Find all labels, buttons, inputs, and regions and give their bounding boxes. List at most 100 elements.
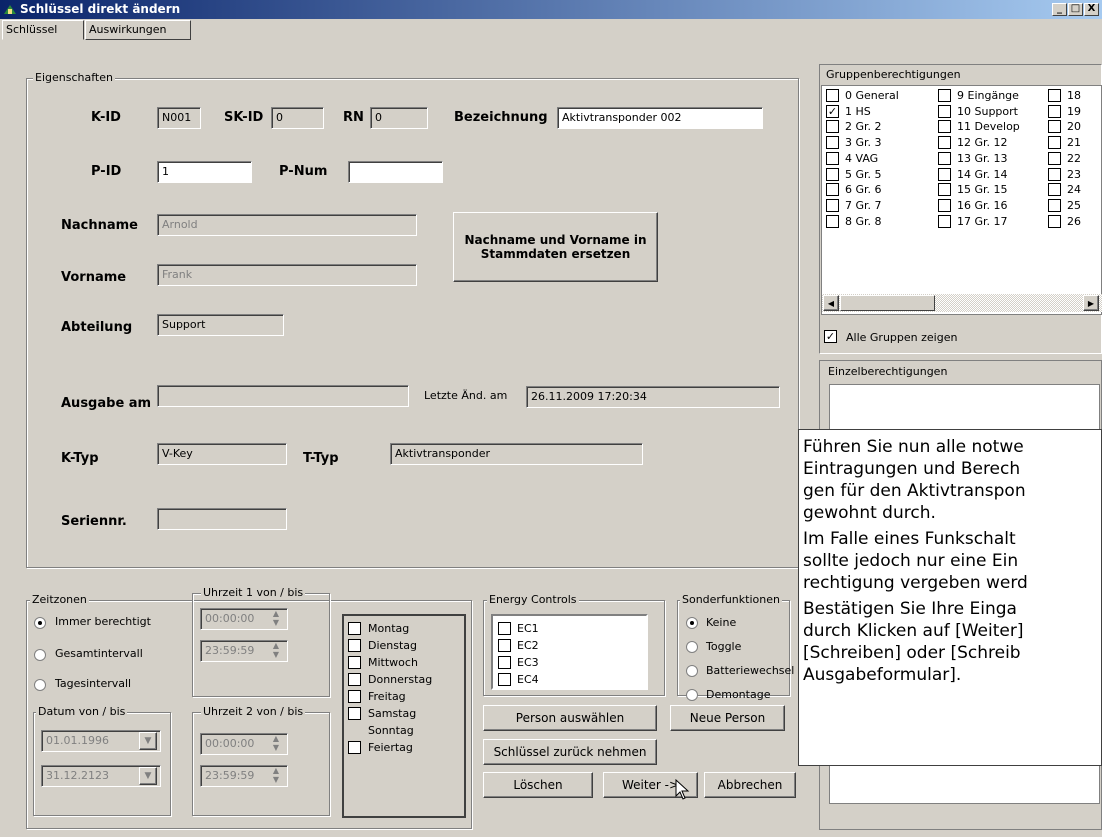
group-checkbox[interactable] xyxy=(1048,183,1061,197)
group-checkbox[interactable] xyxy=(938,89,951,102)
day-dienstag-checkbox[interactable] xyxy=(348,639,361,652)
ec4-checkbox[interactable] xyxy=(498,673,511,686)
group-checkbox[interactable] xyxy=(938,120,951,134)
neue-person-button[interactable]: Neue Person xyxy=(670,705,785,731)
group-checkbox[interactable] xyxy=(1048,89,1061,102)
group-checkbox[interactable] xyxy=(1048,104,1061,118)
sonder-demontage-radio[interactable] xyxy=(686,689,698,701)
day-label: Feiertag xyxy=(368,741,413,754)
group-label: 14 Gr. 14 xyxy=(957,167,1008,181)
pid-input[interactable]: 1 xyxy=(157,161,252,183)
group-checkbox[interactable] xyxy=(826,89,839,102)
window-title: Schlüssel direkt ändern xyxy=(20,2,181,16)
group-checkbox[interactable] xyxy=(826,136,839,150)
day-label: Freitag xyxy=(368,690,406,703)
sonder-legend: Sonderfunktionen xyxy=(680,593,782,606)
group-label: 7 Gr. 7 xyxy=(845,198,882,212)
group-label: 19 xyxy=(1067,104,1081,118)
vorname-label: Vorname xyxy=(61,270,127,285)
energy-list xyxy=(491,614,648,690)
scroll-left-button[interactable]: ◀ xyxy=(823,295,839,311)
radio-tages[interactable] xyxy=(34,679,46,691)
group-checkbox[interactable] xyxy=(938,136,951,150)
ec-label: EC3 xyxy=(517,656,539,669)
scroll-thumb[interactable] xyxy=(840,295,935,311)
einzel-legend: Einzelberechtigungen xyxy=(828,365,948,378)
gruppen-legend: Gruppenberechtigungen xyxy=(826,68,961,81)
group-checkbox[interactable] xyxy=(1048,151,1061,165)
datum-panel: Datum von / bis xyxy=(33,705,171,816)
radio-gesamt[interactable] xyxy=(34,649,46,661)
uhrzeit2-legend: Uhrzeit 2 von / bis xyxy=(201,705,306,718)
uhrzeit1-legend: Uhrzeit 1 von / bis xyxy=(201,586,306,599)
group-checkbox[interactable] xyxy=(826,120,839,134)
maximize-button[interactable]: □ xyxy=(1068,3,1083,16)
sonder-toggle-radio[interactable] xyxy=(686,641,698,653)
group-checkbox[interactable] xyxy=(1048,136,1061,150)
seriennr-label: Seriennr. xyxy=(61,514,127,529)
group-checkbox[interactable] xyxy=(826,183,839,197)
ec2-checkbox[interactable] xyxy=(498,639,511,652)
radio-immer[interactable] xyxy=(34,617,46,629)
rn-label: RN xyxy=(343,110,364,125)
sonder-keine-radio[interactable] xyxy=(686,617,698,629)
uhrzeit1-bis-spinner[interactable]: ▲ ▼ xyxy=(268,641,284,661)
group-checkbox[interactable] xyxy=(1048,198,1061,212)
group-checkbox[interactable] xyxy=(826,214,839,228)
day-montag-checkbox[interactable] xyxy=(348,622,361,635)
day-samstag-checkbox[interactable] xyxy=(348,707,361,720)
loeschen-button[interactable]: Löschen xyxy=(483,772,593,798)
group-checkbox[interactable] xyxy=(826,198,839,212)
uhrzeit2-bis-spinner[interactable]: ▲ ▼ xyxy=(268,766,284,786)
scroll-right-button[interactable]: ▶ xyxy=(1083,295,1099,311)
uhrzeit2-von-spinner[interactable]: ▲ ▼ xyxy=(268,734,284,754)
minimize-button[interactable]: _ xyxy=(1052,3,1067,16)
bezeichnung-input[interactable]: Aktivtransponder 002 xyxy=(557,107,763,129)
tab-schluessel[interactable]: Schlüssel xyxy=(2,20,84,40)
tooltip-line: gewohnt durch. xyxy=(803,503,936,523)
tooltip-line: sollte jedoch nur eine Ein xyxy=(803,551,1019,571)
group-checkbox[interactable] xyxy=(826,167,839,181)
close-button[interactable]: X xyxy=(1084,3,1099,16)
ec-label: EC4 xyxy=(517,673,539,686)
group-checkbox[interactable] xyxy=(826,151,839,165)
schluessel-zuruecknehmen-button[interactable]: Schlüssel zurück nehmen xyxy=(483,739,657,765)
group-checkbox[interactable] xyxy=(938,198,951,212)
pid-label: P-ID xyxy=(91,164,122,179)
rn-field: 0 xyxy=(370,107,428,129)
group-checkbox[interactable] xyxy=(1048,167,1061,181)
ec3-checkbox[interactable] xyxy=(498,656,511,669)
abbrechen-button[interactable]: Abbrechen xyxy=(704,772,796,798)
group-checkbox[interactable] xyxy=(1048,214,1061,228)
datum-von-dropdown[interactable]: ▼ xyxy=(139,732,157,750)
group-checkbox[interactable] xyxy=(938,214,951,228)
replace-name-button[interactable]: Nachname und Vorname in Stammdaten erset… xyxy=(453,212,658,282)
alle-gruppen-checkbox[interactable]: ✓ xyxy=(824,330,837,343)
day-sonntag-feiertag-checkbox[interactable] xyxy=(348,741,361,754)
group-label: 26 xyxy=(1067,214,1081,228)
group-label: 16 Gr. 16 xyxy=(957,198,1008,212)
tooltip-line: Im Falle eines Funkschalt xyxy=(803,529,1016,549)
sonder-batterie-radio[interactable] xyxy=(686,665,698,677)
day-freitag-checkbox[interactable] xyxy=(348,690,361,703)
pnum-input[interactable] xyxy=(348,161,443,183)
group-checkbox[interactable] xyxy=(938,167,951,181)
ec1-checkbox[interactable] xyxy=(498,622,511,635)
tab-auswirkungen[interactable]: Auswirkungen xyxy=(85,20,191,40)
eigenschaften-panel: Eigenschaften xyxy=(26,71,799,568)
day-donnerstag-checkbox[interactable] xyxy=(348,673,361,686)
group-checkbox[interactable] xyxy=(938,151,951,165)
datum-bis-dropdown[interactable]: ▼ xyxy=(139,767,157,785)
group-checkbox[interactable] xyxy=(938,183,951,197)
group-checkbox[interactable]: ✓ xyxy=(826,104,839,118)
day-mittwoch-checkbox[interactable] xyxy=(348,656,361,669)
uhrzeit1-von-spinner[interactable]: ▲ ▼ xyxy=(268,609,284,629)
app-icon xyxy=(4,5,16,14)
group-checkbox[interactable] xyxy=(1048,120,1061,134)
group-label: 22 xyxy=(1067,151,1081,165)
person-auswaehlen-button[interactable]: Person auswählen xyxy=(483,705,657,731)
group-checkbox[interactable] xyxy=(938,104,951,118)
group-label: 2 Gr. 2 xyxy=(845,120,882,134)
group-label: 15 Gr. 15 xyxy=(957,183,1008,197)
day-label: Mittwoch xyxy=(368,656,418,669)
